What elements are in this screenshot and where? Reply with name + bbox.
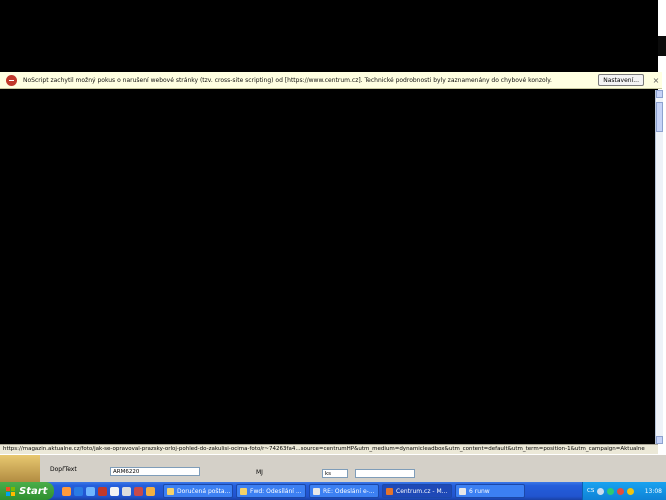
clock: 13:08 bbox=[644, 487, 662, 495]
opera-icon[interactable] bbox=[98, 486, 107, 496]
task-button[interactable]: Fwd: Odesílání ... bbox=[236, 484, 306, 498]
background-window-strip: DopřText ARM6220 MJ ks bbox=[0, 454, 666, 483]
quick-launch bbox=[62, 486, 155, 496]
task-icon bbox=[459, 487, 466, 495]
close-icon[interactable]: × bbox=[650, 76, 662, 85]
windows-flag-icon bbox=[6, 486, 15, 496]
status-url: https://magazin.aktualne.cz/foto/jak-se-… bbox=[3, 446, 645, 452]
task-label: 6 runw bbox=[469, 487, 490, 495]
folder-icon[interactable] bbox=[146, 486, 155, 496]
acrobat-icon[interactable] bbox=[134, 486, 143, 496]
volume-icon[interactable] bbox=[627, 487, 635, 495]
task-label: Fwd: Odesílání ... bbox=[250, 487, 302, 495]
field-label-mj: MJ bbox=[256, 469, 263, 476]
scroll-up-button[interactable] bbox=[656, 90, 663, 98]
task-icon bbox=[240, 487, 247, 495]
security-icon[interactable] bbox=[617, 487, 625, 495]
network-icon[interactable] bbox=[597, 487, 605, 495]
app-icon[interactable] bbox=[110, 486, 119, 496]
screen: NoScript zachytil možný pokus o narušení… bbox=[0, 0, 666, 500]
task-button-active[interactable]: Centrum.cz - M... bbox=[382, 484, 452, 498]
page-top-area bbox=[0, 0, 658, 72]
task-label: RE: Odeslání e-... bbox=[323, 487, 375, 495]
antivirus-icon[interactable] bbox=[607, 487, 615, 495]
vertical-scrollbar[interactable] bbox=[655, 90, 663, 444]
field-ks[interactable]: ks bbox=[322, 469, 348, 478]
scroll-thumb[interactable] bbox=[656, 102, 663, 132]
start-button[interactable]: Start bbox=[0, 482, 54, 500]
start-label: Start bbox=[19, 485, 48, 497]
outlook-icon[interactable] bbox=[86, 486, 95, 496]
noscript-message: NoScript zachytil možný pokus o narušení… bbox=[23, 76, 552, 84]
task-icon bbox=[167, 487, 174, 495]
language-indicator[interactable]: CS bbox=[587, 488, 594, 494]
status-bar: https://magazin.aktualne.cz/foto/jak-se-… bbox=[0, 444, 658, 454]
scroll-down-button[interactable] bbox=[656, 436, 663, 444]
task-button[interactable]: RE: Odeslání e-... bbox=[309, 484, 379, 498]
printer-icon[interactable] bbox=[122, 486, 131, 496]
task-label: Doručená pošta... bbox=[177, 487, 231, 495]
background-image bbox=[0, 455, 40, 483]
task-button[interactable]: Doručená pošta... bbox=[163, 484, 233, 498]
noscript-icon bbox=[6, 74, 17, 86]
system-tray: CS 13:08 bbox=[582, 482, 666, 500]
task-icon bbox=[386, 487, 393, 495]
task-label: Centrum.cz - M... bbox=[396, 487, 448, 495]
task-icon bbox=[313, 487, 320, 495]
field-label-dopr-text: DopřText bbox=[50, 466, 77, 473]
page-content[interactable] bbox=[0, 90, 655, 444]
taskbar: Start Doručená pošta... Fwd: Odesílání .… bbox=[0, 482, 666, 500]
task-list: Doručená pošta... Fwd: Odesílání ... RE:… bbox=[163, 484, 525, 498]
firefox-icon[interactable] bbox=[62, 486, 71, 496]
ie-icon[interactable] bbox=[74, 486, 83, 496]
noscript-settings-button[interactable]: Nastavení... bbox=[598, 74, 644, 86]
noscript-notification-bar: NoScript zachytil možný pokus o narušení… bbox=[0, 72, 662, 89]
field-empty[interactable] bbox=[355, 469, 415, 478]
task-button[interactable]: 6 runw bbox=[455, 484, 525, 498]
field-arm[interactable]: ARM6220 bbox=[110, 467, 200, 476]
